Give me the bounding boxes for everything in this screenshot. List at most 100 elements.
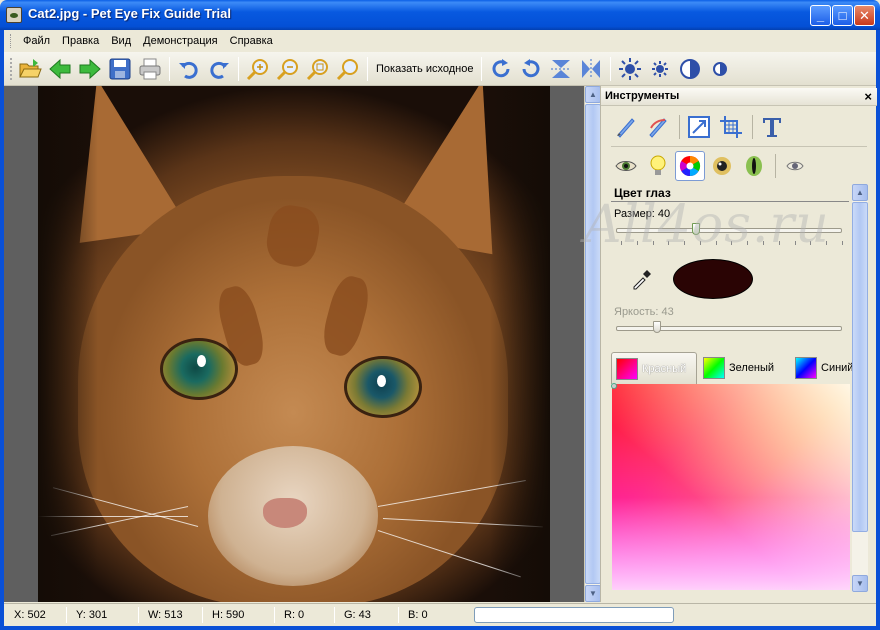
flip-horizontal-button[interactable] bbox=[577, 55, 605, 83]
tab-blue-label: Синий bbox=[821, 362, 854, 374]
zoom-in-icon bbox=[246, 58, 268, 80]
panel-scrollbar-thumb[interactable] bbox=[852, 202, 868, 532]
brightness-slider[interactable] bbox=[616, 326, 842, 331]
status-x: X: 502 bbox=[14, 609, 46, 621]
cat-eye-right[interactable] bbox=[344, 356, 422, 418]
save-button[interactable] bbox=[106, 55, 134, 83]
open-icon bbox=[19, 58, 42, 77]
menu-help[interactable]: Справка bbox=[224, 32, 279, 50]
eraser-tool-button[interactable] bbox=[643, 112, 673, 142]
show-original-button[interactable]: Показать исходное bbox=[372, 63, 477, 75]
red-swatch-icon bbox=[616, 357, 638, 380]
flip-vertical-button[interactable] bbox=[547, 55, 575, 83]
panel-scroll-up-button[interactable]: ▲ bbox=[852, 184, 868, 201]
eye-color-swatch[interactable] bbox=[673, 259, 753, 299]
rotate-cw-icon bbox=[492, 58, 510, 77]
crop-tool-button[interactable] bbox=[716, 112, 746, 142]
contrast-up-button[interactable] bbox=[676, 55, 704, 83]
menu-view[interactable]: Вид bbox=[105, 32, 137, 50]
back-button[interactable] bbox=[46, 55, 74, 83]
eyedropper-icon[interactable] bbox=[631, 268, 653, 290]
tab-red-label: Красный bbox=[642, 362, 687, 375]
photo-shadow-right bbox=[490, 86, 550, 602]
status-y: Y: 301 bbox=[76, 609, 108, 621]
color-picker-gradient[interactable] bbox=[611, 383, 850, 590]
text-tool-button[interactable] bbox=[757, 112, 787, 142]
scroll-down-button[interactable]: ▼ bbox=[585, 585, 601, 602]
forward-button[interactable] bbox=[76, 55, 104, 83]
eye-color-tool-button[interactable] bbox=[675, 151, 705, 181]
redo-icon bbox=[210, 61, 229, 79]
panel-scroll-down-button[interactable]: ▼ bbox=[852, 575, 868, 592]
toolbar-grip bbox=[10, 57, 13, 80]
size-slider[interactable] bbox=[616, 228, 842, 233]
tool-separator bbox=[752, 115, 753, 139]
brightness-label: Яркость: 43 bbox=[614, 306, 674, 318]
tool-separator bbox=[775, 154, 776, 178]
brightness-up-icon bbox=[619, 57, 642, 80]
photo-shadow-left bbox=[38, 86, 98, 602]
zoom-in-button[interactable] bbox=[244, 55, 272, 83]
toolbar-separator bbox=[238, 56, 239, 81]
eye-tool-button[interactable] bbox=[611, 151, 641, 181]
open-button[interactable] bbox=[16, 55, 44, 83]
undo-icon bbox=[179, 61, 198, 79]
tools-panel-title: Инструменты bbox=[605, 90, 680, 102]
color-picker-marker[interactable] bbox=[611, 383, 617, 389]
image-canvas[interactable] bbox=[4, 86, 584, 602]
brush-tool-button[interactable] bbox=[611, 112, 641, 142]
tab-red[interactable]: Красный bbox=[611, 352, 697, 384]
app-eye-icon bbox=[6, 7, 22, 23]
contrast-down-button[interactable] bbox=[706, 55, 734, 83]
canvas-vertical-scrollbar[interactable]: ▲ ▼ bbox=[584, 86, 601, 602]
brush-icon bbox=[617, 118, 635, 138]
panel-vertical-scrollbar[interactable]: ▲ ▼ bbox=[852, 184, 868, 592]
close-button[interactable]: ✕ bbox=[854, 5, 875, 26]
status-bar: X: 502 Y: 301 W: 513 H: 590 R: 0 G: 43 B… bbox=[4, 603, 876, 626]
toolbar: Показать исходное bbox=[4, 52, 876, 86]
tool-row-2 bbox=[611, 149, 812, 183]
menu-demo[interactable]: Демонстрация bbox=[137, 32, 224, 50]
zoom-fit-button[interactable] bbox=[304, 55, 332, 83]
rotate-cw-button[interactable] bbox=[487, 55, 515, 83]
brightness-slider-thumb[interactable] bbox=[653, 321, 661, 333]
zoom-actual-button[interactable] bbox=[334, 55, 362, 83]
scroll-up-button[interactable]: ▲ bbox=[585, 86, 601, 103]
redo-button[interactable] bbox=[205, 55, 233, 83]
text-icon bbox=[763, 118, 781, 137]
light-tool-button[interactable] bbox=[643, 151, 673, 181]
cat-eye-tool-button[interactable] bbox=[739, 151, 769, 181]
save-icon bbox=[109, 58, 131, 79]
print-button[interactable] bbox=[136, 55, 164, 83]
maximize-button[interactable]: □ bbox=[832, 5, 853, 26]
section-divider bbox=[611, 201, 849, 202]
menu-edit[interactable]: Правка bbox=[56, 32, 105, 50]
cat-nose bbox=[263, 498, 307, 528]
color-wheel-icon bbox=[679, 155, 701, 177]
forward-icon bbox=[79, 58, 101, 79]
cat-photo[interactable] bbox=[38, 86, 550, 602]
cat-eye-icon bbox=[746, 156, 762, 176]
tools-panel-close-button[interactable]: × bbox=[864, 89, 872, 104]
resize-tool-button[interactable] bbox=[684, 112, 714, 142]
crop-icon bbox=[720, 116, 742, 138]
pupil-tool-button[interactable] bbox=[707, 151, 737, 181]
brightness-down-button[interactable] bbox=[646, 55, 674, 83]
cat-eye-left[interactable] bbox=[160, 338, 238, 400]
scrollbar-thumb[interactable] bbox=[585, 104, 601, 584]
undo-button[interactable] bbox=[175, 55, 203, 83]
size-slider-thumb[interactable] bbox=[692, 223, 700, 235]
tab-green[interactable]: Зеленый bbox=[703, 352, 783, 384]
tab-blue[interactable]: Синий bbox=[795, 352, 855, 384]
brightness-up-button[interactable] bbox=[616, 55, 644, 83]
rotate-ccw-button[interactable] bbox=[517, 55, 545, 83]
zoom-fit-icon bbox=[306, 58, 328, 80]
lightbulb-icon bbox=[650, 155, 666, 175]
menu-file[interactable]: Файл bbox=[17, 32, 56, 50]
flip-vertical-icon bbox=[551, 59, 572, 78]
zoom-out-button[interactable] bbox=[274, 55, 302, 83]
status-blue: B: 0 bbox=[408, 609, 428, 621]
eye-outline-tool-button[interactable] bbox=[780, 151, 810, 181]
minimize-button[interactable]: _ bbox=[810, 5, 831, 26]
resize-icon bbox=[688, 116, 710, 138]
